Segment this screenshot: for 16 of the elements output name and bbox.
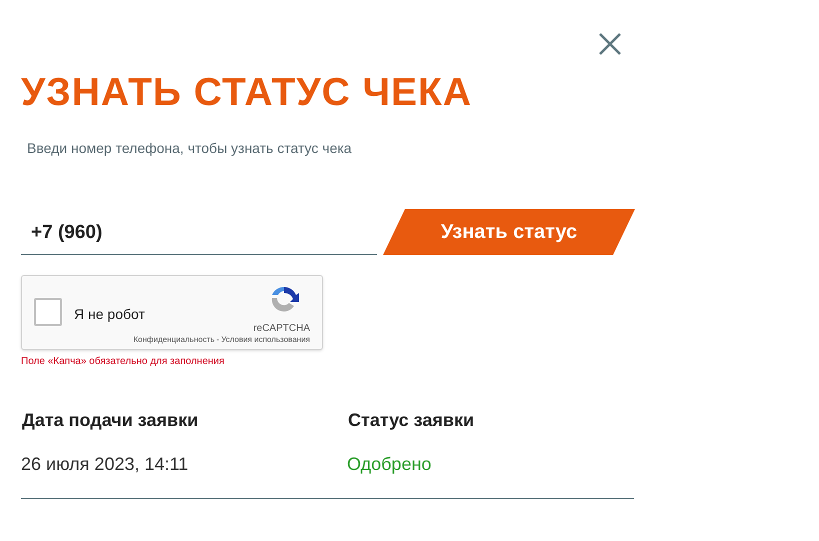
recaptcha-brand: reCAPTCHA bbox=[253, 322, 310, 336]
captcha-checkbox[interactable] bbox=[34, 298, 62, 326]
captcha-label: Я не робот bbox=[74, 305, 145, 324]
subtitle: Введи номер телефона, чтобы узнать статус чека bbox=[27, 139, 352, 158]
column-header: Статус заявки bbox=[348, 410, 474, 430]
date-cell: 26 июля 2023, 14:11 bbox=[21, 454, 188, 474]
link-separator: - bbox=[216, 335, 220, 345]
column-header: Дата подачи заявки bbox=[22, 410, 198, 430]
close-icon bbox=[598, 32, 622, 56]
dialog-title: УЗНАТЬ СТАТУС ЧЕКА bbox=[21, 70, 472, 116]
terms-link[interactable]: Условия использования bbox=[221, 335, 310, 345]
privacy-link[interactable]: Конфиденциальность bbox=[133, 335, 215, 345]
check-status-button[interactable]: Узнать статус bbox=[383, 209, 635, 255]
phone-field[interactable]: +7 (960) bbox=[21, 213, 377, 255]
error-message: Поле «Капча» обязательно для заполнения bbox=[21, 355, 224, 369]
status-cell: Одобрено bbox=[347, 454, 432, 474]
